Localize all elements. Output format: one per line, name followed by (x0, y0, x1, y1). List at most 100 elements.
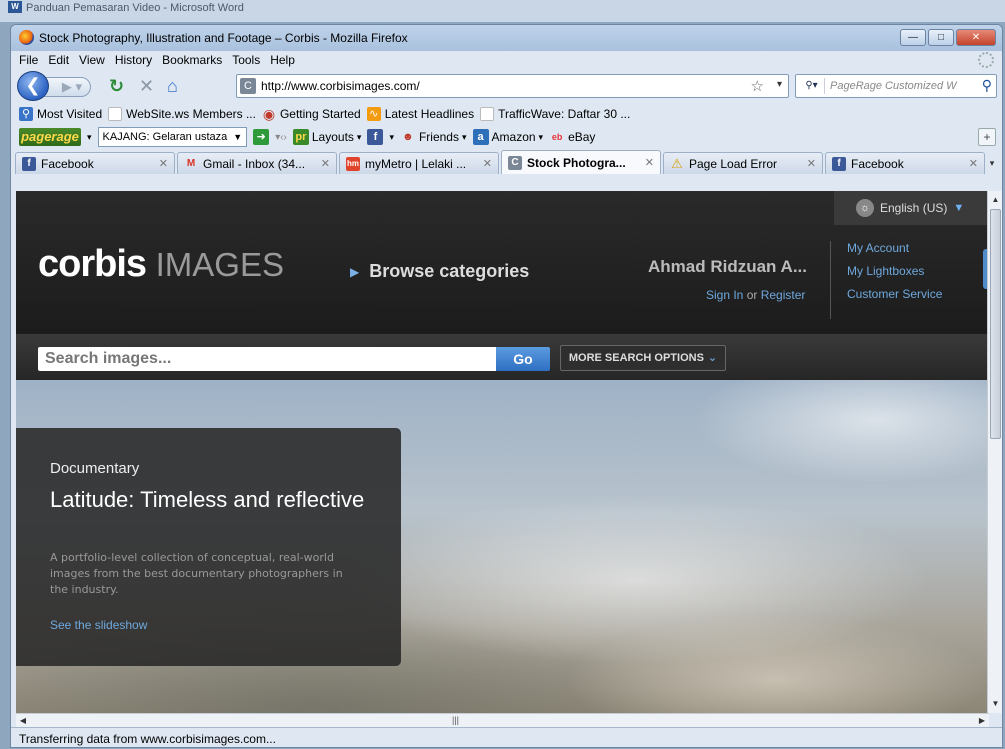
go-arrow-icon[interactable]: ➜ (253, 129, 270, 145)
my-account-link[interactable]: My Account (847, 241, 942, 255)
menu-file[interactable]: File (19, 53, 38, 67)
register-link[interactable]: Register (761, 288, 806, 302)
minimize-button[interactable]: — (900, 29, 926, 46)
close-button[interactable]: ✕ (956, 29, 996, 46)
friends-button[interactable]: ☻ Friends ▾ (400, 129, 466, 145)
search-strip: Search images... Go MORE SEARCH OPTIONS ⌄ (16, 334, 989, 380)
browse-label: Browse categories (369, 261, 530, 281)
tab-close-icon[interactable]: ✕ (645, 156, 654, 169)
scroll-thumb[interactable] (990, 209, 1001, 439)
menu-bookmarks[interactable]: Bookmarks (162, 53, 222, 67)
tab-corbis[interactable]: C Stock Photogra... ✕ (501, 150, 661, 174)
page-icon (480, 107, 495, 121)
reload-icon[interactable]: ↻ (109, 77, 124, 95)
scroll-grip-icon[interactable]: ||| (452, 715, 459, 725)
title-bar[interactable]: Stock Photography, Illustration and Foot… (11, 25, 1002, 51)
tab-list-icon[interactable]: ▾ (984, 153, 1000, 173)
tab-close-icon[interactable]: ✕ (159, 157, 168, 170)
word-icon: W (8, 1, 22, 13)
bookmark-trafficwave[interactable]: TrafficWave: Daftar 30 ... (480, 107, 630, 121)
forward-button[interactable]: ▶ ▾ (43, 77, 91, 97)
tab-label: Gmail - Inbox (34... (203, 156, 306, 171)
tab-page-load-error[interactable]: ⚠ Page Load Error ✕ (663, 152, 823, 174)
navigation-toolbar: ▶ ▾ ❮ ↻ ✕ ⌂ C http://www.corbisimages.co… (11, 69, 1002, 103)
tab-label: Facebook (41, 156, 94, 171)
url-dropdown-icon[interactable]: ▾ (777, 79, 782, 90)
home-icon[interactable]: ⌂ (167, 77, 178, 95)
pagerage-logo[interactable]: pagerage (19, 128, 81, 146)
slideshow-link[interactable]: See the slideshow (50, 618, 147, 632)
bookmark-latest-headlines[interactable]: ∿ Latest Headlines (366, 107, 475, 121)
menu-edit[interactable]: Edit (48, 53, 69, 67)
layouts-button[interactable]: pr Layouts ▾ (292, 129, 361, 145)
back-button[interactable]: ❮ (17, 71, 49, 101)
tab-close-icon[interactable]: ✕ (807, 157, 816, 170)
tab-close-icon[interactable]: ✕ (321, 157, 330, 170)
scroll-up-icon[interactable]: ▲ (988, 193, 1002, 207)
url-bar[interactable]: C http://www.corbisimages.com/ ☆ ▾ (236, 74, 789, 98)
facebook-dropdown-icon[interactable]: ▾ (389, 132, 394, 143)
status-text: Transferring data from www.corbisimages.… (19, 732, 276, 746)
promo-title: Latitude: Timeless and reflective (50, 487, 365, 512)
go-button[interactable]: Go (496, 347, 550, 371)
firefox-window: Stock Photography, Illustration and Foot… (10, 24, 1003, 748)
sign-in-link[interactable]: Sign In (706, 288, 743, 302)
maximize-button[interactable]: □ (928, 29, 954, 46)
pagerage-combo[interactable]: KAJANG: Gelaran ustaza ▼ (97, 127, 248, 147)
tab-close-icon[interactable]: ✕ (969, 157, 978, 170)
forward-arrow-icon[interactable]: ▾‹› (275, 132, 287, 143)
browse-categories-link[interactable]: ▶ Browse categories (350, 261, 529, 282)
language-selector[interactable]: ☼ English (US) ▼ (834, 191, 989, 225)
hero-image[interactable]: Documentary Latitude: Timeless and refle… (16, 380, 989, 713)
tab-gmail[interactable]: M Gmail - Inbox (34... ✕ (177, 152, 337, 174)
amazon-label: Amazon (491, 130, 536, 144)
my-lightboxes-link[interactable]: My Lightboxes (847, 264, 942, 278)
customer-service-link[interactable]: Customer Service (847, 287, 942, 301)
ebay-button[interactable]: eb eBay (549, 129, 596, 145)
tab-facebook-1[interactable]: f Facebook ✕ (15, 152, 175, 174)
friends-icon: ☻ (402, 131, 414, 143)
chevron-down-icon: ⌄ (707, 352, 718, 364)
url-text[interactable]: http://www.corbisimages.com/ (261, 79, 420, 93)
friends-label: Friends (418, 130, 459, 144)
stop-icon[interactable]: ✕ (139, 77, 154, 95)
horizontal-scrollbar[interactable]: ◀ ||| ▶ (16, 713, 989, 727)
search-engine-icon[interactable]: ⚲▾ (799, 78, 825, 94)
amazon-button[interactable]: a Amazon ▾ (472, 129, 544, 145)
scroll-right-icon[interactable]: ▶ (975, 714, 989, 728)
tab-facebook-2[interactable]: f Facebook ✕ (825, 152, 985, 174)
bookmark-label: Most Visited (37, 107, 103, 121)
ebay-icon: eb (551, 132, 563, 142)
scroll-down-icon[interactable]: ▼ (988, 697, 1002, 711)
menu-help[interactable]: Help (270, 53, 295, 67)
bookmark-star-icon[interactable]: ☆ (751, 77, 764, 95)
more-search-options-button[interactable]: MORE SEARCH OPTIONS ⌄ (560, 345, 726, 371)
vertical-scrollbar[interactable]: ▲ ▼ (987, 191, 1002, 713)
pagerage-dropdown-icon[interactable]: ▾ (87, 132, 92, 143)
corbis-logo[interactable]: corbis IMAGES (38, 243, 284, 286)
tab-mymetro[interactable]: hm myMetro | Lelaki ... ✕ (339, 152, 499, 174)
tab-label: Facebook (851, 156, 904, 171)
combo-dropdown-icon[interactable]: ▼ (233, 132, 242, 142)
corbis-favicon-icon: C (508, 155, 522, 170)
menu-view[interactable]: View (79, 53, 105, 67)
tab-close-icon[interactable]: ✕ (483, 157, 492, 170)
bookmark-getting-started[interactable]: ◉ Getting Started (262, 107, 361, 121)
facebook-icon: f (832, 156, 846, 171)
scroll-left-icon[interactable]: ◀ (16, 714, 30, 728)
bookmark-websitews[interactable]: WebSite.ws Members ... (108, 107, 256, 121)
search-bar[interactable]: ⚲▾ PageRage Customized W ⚲ (795, 74, 997, 98)
promo-description: A portfolio-level collection of conceptu… (50, 551, 343, 596)
image-search-input[interactable]: Search images... (38, 347, 496, 371)
status-bar: Transferring data from www.corbisimages.… (11, 727, 1002, 747)
menu-history[interactable]: History (115, 53, 152, 67)
bookmark-label: Latest Headlines (384, 107, 475, 121)
search-go-icon[interactable]: ⚲ (982, 77, 992, 94)
bookmark-most-visited[interactable]: ⚲ Most Visited (19, 107, 102, 121)
amazon-dropdown-icon: ▾ (538, 131, 544, 142)
or-text: or (746, 288, 758, 302)
background-window-bar[interactable]: W Panduan Pemasaran Video - Microsoft Wo… (0, 0, 1005, 22)
facebook-icon[interactable]: f (367, 129, 384, 145)
add-toolbar-button[interactable]: + (978, 128, 996, 146)
menu-tools[interactable]: Tools (232, 53, 260, 67)
